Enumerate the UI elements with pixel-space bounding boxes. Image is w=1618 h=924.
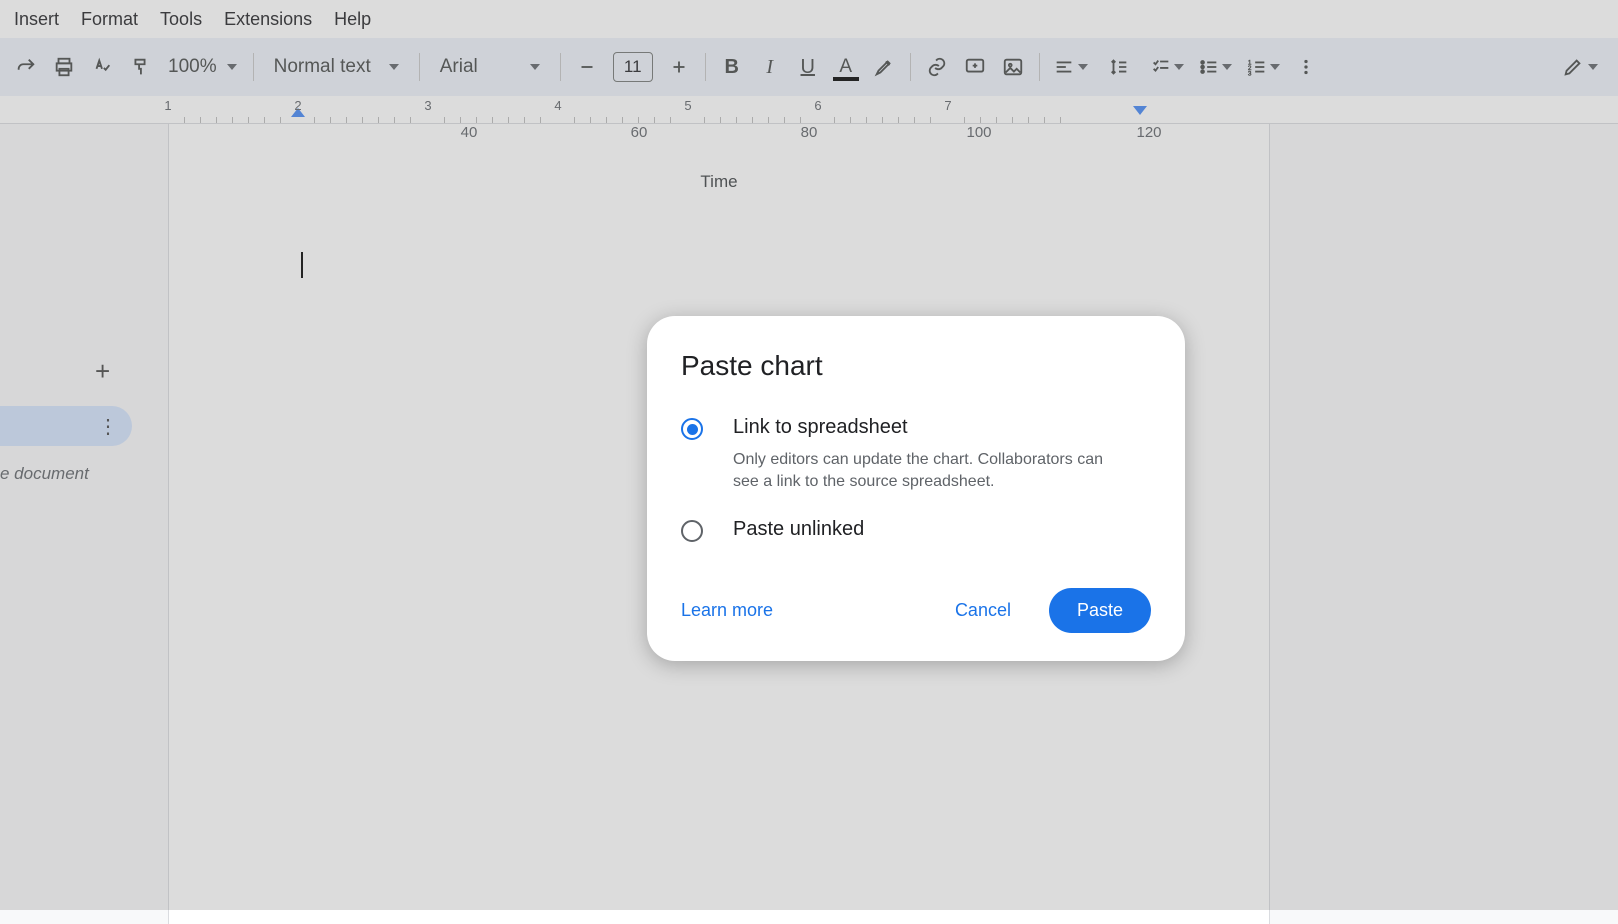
option-unlinked-label: Paste unlinked (733, 518, 864, 541)
option-paste-unlinked[interactable]: Paste unlinked (681, 518, 1151, 542)
radio-selected-icon[interactable] (681, 418, 703, 440)
option-link-to-spreadsheet[interactable]: Link to spreadsheet Only editors can upd… (681, 416, 1151, 494)
dialog-actions: Learn more Cancel Paste (681, 588, 1151, 633)
option-link-description: Only editors can update the chart. Colla… (733, 449, 1133, 494)
paste-button[interactable]: Paste (1049, 588, 1151, 633)
dialog-title: Paste chart (681, 350, 1151, 382)
paste-chart-dialog: Paste chart Link to spreadsheet Only edi… (647, 316, 1185, 661)
learn-more-link[interactable]: Learn more (681, 600, 773, 621)
option-link-label: Link to spreadsheet (733, 416, 1133, 439)
cancel-button[interactable]: Cancel (941, 590, 1025, 631)
radio-unselected-icon[interactable] (681, 520, 703, 542)
